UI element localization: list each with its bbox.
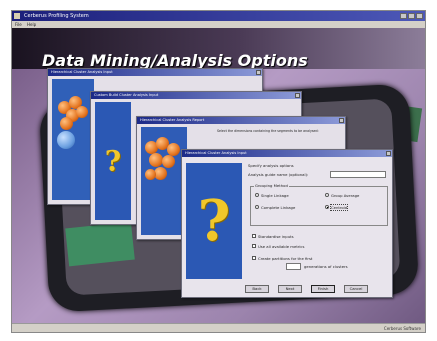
dialog-hierarchical-input-front: Hierarchical Cluster Analysis Input ? Sp… — [181, 149, 393, 298]
method-label: Complete Linkage — [261, 205, 296, 210]
minimize-button[interactable] — [400, 13, 407, 19]
grouping-method-title: Grouping Method — [254, 183, 289, 188]
app-icon — [14, 13, 20, 19]
options-heading: Specify analysis options — [248, 163, 294, 168]
question-mark-icon: ? — [95, 102, 131, 220]
menu-bar: File Help — [12, 21, 425, 28]
dialog-title: Custom Build Cluster Analysis Input — [91, 92, 301, 99]
close-icon[interactable] — [295, 93, 300, 98]
menu-help[interactable]: Help — [27, 22, 36, 27]
close-icon[interactable] — [339, 118, 344, 123]
app-title-bar: Cerberus Profiling System — [12, 11, 425, 21]
banner: Data Mining/Analysis Options — [12, 28, 425, 70]
dialog-title: Hierarchical Cluster Analysis Input — [182, 150, 392, 157]
status-bar: Cerberus Software — [12, 323, 425, 332]
method-label: Single Linkage — [261, 193, 289, 198]
app-title: Cerberus Profiling System — [24, 13, 89, 19]
circuit-board-decoration — [65, 221, 135, 267]
option-label: Use all available metrics — [258, 244, 305, 249]
method-label: Centroid — [329, 204, 349, 211]
close-icon[interactable] — [256, 70, 261, 75]
method-label: Group Average — [331, 193, 360, 198]
method-radio-centroid[interactable] — [325, 205, 329, 209]
back-button[interactable]: Back — [245, 285, 269, 293]
clusters-label: Create partitions for the first — [258, 256, 313, 261]
dialog-title: Hierarchical Cluster Analysis Report — [137, 117, 345, 124]
analysis-name-label: Analysis guide name (optional): — [248, 172, 309, 177]
close-icon[interactable] — [386, 151, 391, 156]
finish-button[interactable]: Finish — [311, 285, 335, 293]
dialog-title: Hierarchical Cluster Analysis Input — [48, 69, 262, 76]
standardise-checkbox[interactable] — [252, 234, 256, 238]
create-partitions-checkbox[interactable] — [252, 256, 256, 260]
maximize-button[interactable] — [408, 13, 415, 19]
use-all-metrics-checkbox[interactable] — [252, 244, 256, 248]
close-icon[interactable] — [416, 13, 423, 19]
method-radio-complete-linkage[interactable] — [255, 205, 259, 209]
question-mark-icon: ? — [186, 163, 242, 279]
clusters-count-field[interactable] — [286, 263, 301, 270]
method-radio-single-linkage[interactable] — [255, 193, 259, 197]
sphere-cluster-icon — [52, 79, 94, 200]
method-radio-group-average[interactable] — [325, 193, 329, 197]
menu-file[interactable]: File — [15, 22, 22, 27]
clusters-suffix: generations of clusters — [304, 264, 348, 269]
dialog-instruction: Select the dimensions containing the seg… — [217, 129, 319, 133]
next-button[interactable]: Next — [278, 285, 302, 293]
status-brand: Cerberus Software — [383, 326, 421, 331]
analysis-name-field[interactable] — [330, 171, 386, 178]
app-window: Cerberus Profiling System File Help Data… — [11, 10, 426, 333]
option-label: Standardise inputs — [258, 234, 294, 239]
cancel-button[interactable]: Cancel — [344, 285, 368, 293]
